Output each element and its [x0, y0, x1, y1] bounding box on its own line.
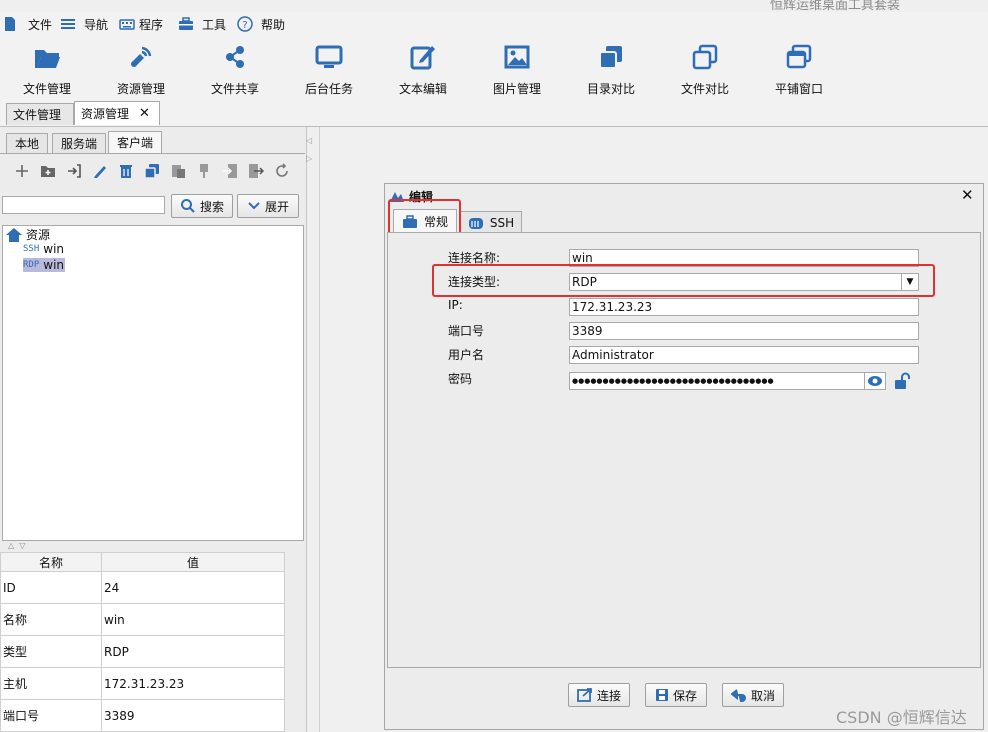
satellite-icon [131, 46, 152, 67]
tree-item-ssh[interactable]: SSH win [23, 242, 64, 256]
search-icon [180, 199, 195, 213]
edit-icon [410, 46, 435, 70]
image-icon [504, 45, 530, 69]
toolbar-background-tasks[interactable]: 后台任务 [282, 42, 376, 97]
tree-item-rdp[interactable]: RDP win [23, 258, 66, 272]
table-row[interactable]: ID 24 [0, 571, 285, 604]
ip-field[interactable]: 172.31.23.23 [569, 298, 919, 316]
tab-ssh[interactable]: SSH [460, 211, 522, 233]
expand-button[interactable]: 展开 [237, 194, 299, 218]
refresh-icon[interactable] [272, 161, 292, 181]
save-button[interactable]: 保存 [645, 683, 707, 707]
toolbar-file-compare[interactable]: 文件对比 [658, 42, 752, 97]
svg-text:?: ? [242, 20, 247, 31]
add-icon[interactable] [12, 161, 32, 181]
unlock-icon[interactable] [893, 372, 911, 393]
monitor-icon [315, 45, 343, 68]
tree-root[interactable]: 资源 [5, 226, 50, 243]
label-ip: IP: [448, 298, 463, 312]
toolbar-resource-manager[interactable]: 资源管理 [94, 42, 188, 97]
import-icon[interactable] [64, 161, 84, 181]
label-port: 端口号 [448, 324, 485, 338]
eye-icon [868, 376, 882, 386]
pin-icon[interactable] [194, 161, 214, 181]
dialog-close-icon[interactable]: ✕ [961, 186, 974, 204]
toolbar-image-manager[interactable]: 图片管理 [470, 42, 564, 97]
menu-nav[interactable]: 导航 [60, 12, 108, 36]
cancel-button[interactable]: 取消 [722, 683, 784, 707]
password-field[interactable]: ●●●●●●●●●●●●●●●●●●●●●●●●●●●●●●●●● [569, 372, 886, 390]
home-icon [6, 227, 22, 242]
undo-icon [730, 689, 746, 702]
col-value-header: 值 [101, 552, 285, 572]
show-password-button[interactable] [864, 372, 886, 390]
server-icon [468, 217, 483, 229]
toolbox-icon [179, 17, 193, 30]
share-icon [226, 46, 244, 68]
label-username: 用户名 [448, 348, 485, 362]
pencil-icon[interactable] [90, 161, 110, 181]
menubar: 文件 导航 程序 工具 ? 帮助 [0, 12, 988, 36]
resource-toolbar [12, 161, 292, 181]
duplicate-icon[interactable] [142, 161, 162, 181]
table-row[interactable]: 名称 win [0, 603, 285, 636]
panel-splitter[interactable]: ◁ ▷ [306, 132, 312, 168]
ssh-icon: SSH [23, 244, 40, 254]
link-out-icon [577, 688, 592, 702]
tab-file-manager[interactable]: 文件管理 [6, 103, 74, 125]
paste-icon[interactable] [168, 161, 188, 181]
save-icon [655, 689, 668, 701]
toolbar-dir-compare[interactable]: 目录对比 [564, 42, 658, 97]
resource-tree: 资源 SSH win RDP win [2, 225, 304, 541]
col-name-header: 名称 [0, 552, 102, 572]
main-toolbar: 文件管理 资源管理 文件共享 后台任务 文本编辑 图片管理 目录对比 文件对比 … [0, 36, 988, 100]
label-password: 密码 [448, 372, 473, 386]
properties-table: 名称 值 ID 24 名称 win 类型 RDP 主机 172.31.23.23 端口号… [0, 552, 285, 732]
tab-resource-manager[interactable]: 资源管理 ✕ [74, 101, 160, 125]
watermark: CSDN @恒辉信达 [836, 708, 967, 727]
menu-file[interactable]: 文件 [2, 12, 52, 36]
close-tab-icon[interactable]: ✕ [139, 106, 150, 121]
toolbar-file-share[interactable]: 文件共享 [188, 42, 282, 97]
tab-client[interactable]: 客户端 [108, 131, 162, 153]
connect-button[interactable]: 连接 [568, 683, 630, 707]
copy-filled-icon [599, 46, 622, 69]
search-input[interactable] [2, 196, 165, 214]
menu-help[interactable]: ? 帮助 [237, 12, 285, 36]
menu-program[interactable]: 程序 [119, 12, 163, 36]
help-icon: ? [237, 16, 253, 32]
move-in-icon[interactable] [220, 161, 240, 181]
toolbar-file-manager[interactable]: 文件管理 [0, 42, 94, 97]
copy-outline-icon [692, 44, 718, 70]
search-button[interactable]: 搜索 [171, 194, 233, 218]
table-row[interactable]: 端口号 3389 [0, 699, 285, 732]
folder-open-icon [35, 50, 60, 68]
list-icon [61, 19, 75, 29]
windows-icon [786, 44, 812, 69]
tab-local[interactable]: 本地 [6, 133, 48, 153]
trash-icon[interactable] [116, 161, 136, 181]
rdp-icon: RDP [23, 260, 40, 270]
highlight-box-connection-type [432, 264, 935, 297]
port-field[interactable]: 3389 [569, 322, 919, 340]
export-icon[interactable] [246, 161, 266, 181]
table-row[interactable]: 主机 172.31.23.23 [0, 667, 285, 700]
toolbar-tile-windows[interactable]: 平铺窗口 [752, 42, 846, 97]
chevron-down-icon [248, 202, 260, 210]
username-field[interactable]: Administrator [569, 346, 919, 364]
menu-tools[interactable]: 工具 [178, 12, 226, 36]
divider [0, 153, 305, 154]
add-folder-icon[interactable] [38, 161, 58, 181]
tab-server[interactable]: 服务端 [52, 133, 106, 153]
splitter-arrows[interactable]: △ ▽ [8, 541, 25, 550]
keyboard-icon [119, 19, 135, 30]
toolbar-text-editor[interactable]: 文本编辑 [376, 42, 470, 97]
table-row[interactable]: 类型 RDP [0, 635, 285, 668]
file-icon [5, 17, 15, 31]
